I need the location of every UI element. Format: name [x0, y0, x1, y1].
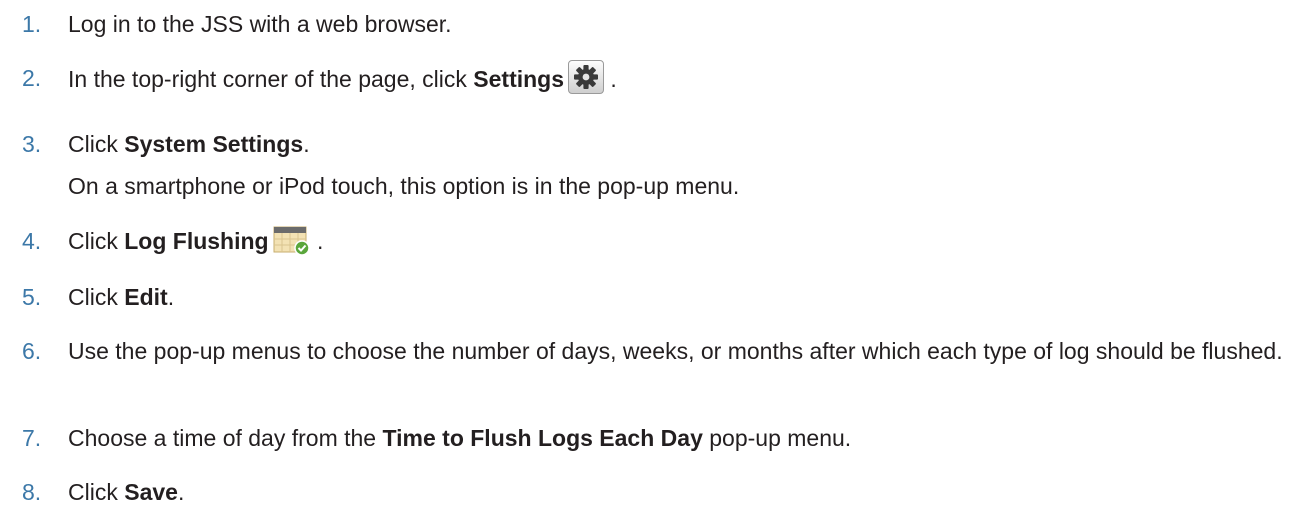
ui-term: System Settings: [124, 131, 304, 157]
ui-term: Save: [124, 479, 178, 505]
step-text: Click Edit.: [68, 284, 175, 310]
step-text: Click Log Flushing .: [68, 226, 1283, 258]
step-number: 2.: [22, 65, 42, 91]
step-text: In the top-right corner of the page, cli…: [68, 60, 1283, 98]
ui-term: Edit: [124, 284, 168, 310]
step-3-note: On a smartphone or iPod touch, this opti…: [68, 173, 740, 199]
step-text: Click System Settings.: [68, 131, 310, 157]
step-number: 8.: [22, 479, 42, 505]
step-number: 7.: [22, 425, 42, 451]
step-number: 3.: [22, 131, 42, 157]
step-number: 6.: [22, 338, 42, 364]
ui-term: Settings: [473, 66, 565, 93]
step-text: Click Save.: [68, 479, 185, 505]
step-text: Choose a time of day from the Time to Fl…: [68, 425, 852, 451]
calendar-check-icon: [273, 226, 311, 256]
gear-icon: [568, 60, 605, 94]
step-number: 4.: [22, 228, 42, 254]
step-number: 1.: [22, 11, 42, 37]
step-text: Use the pop-up menus to choose the numbe…: [68, 338, 1283, 364]
step-text: Log in to the JSS with a web browser.: [68, 11, 452, 37]
step-number: 5.: [22, 284, 42, 310]
ui-term: Log Flushing: [124, 228, 269, 254]
ui-term: Time to Flush Logs Each Day: [382, 425, 703, 451]
